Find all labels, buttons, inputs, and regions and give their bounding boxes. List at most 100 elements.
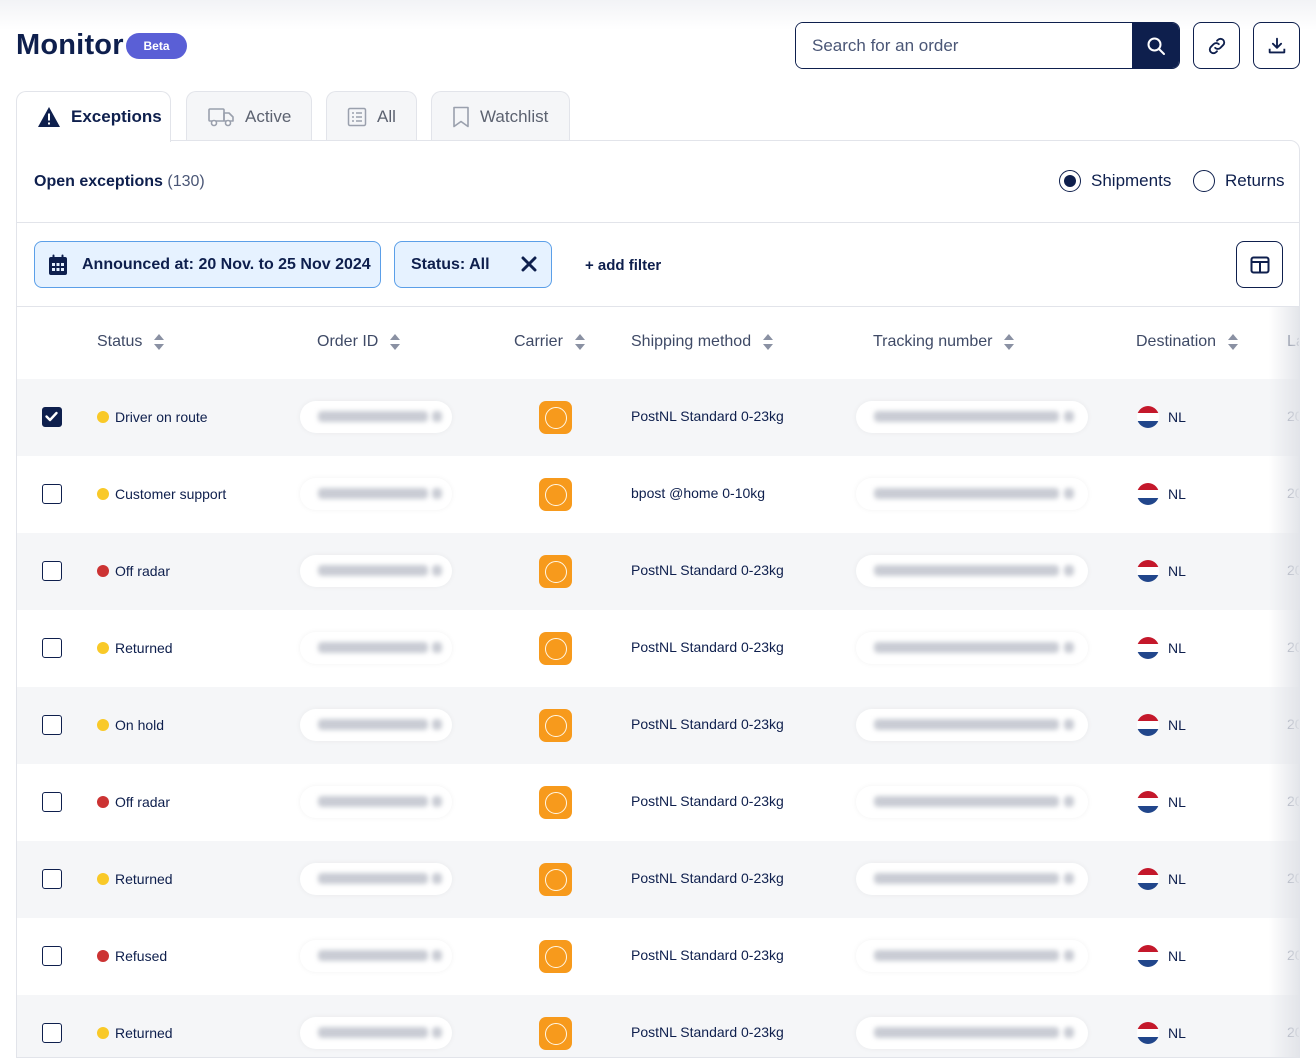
tracking-number-cell[interactable] xyxy=(856,401,1088,433)
copy-icon[interactable] xyxy=(432,796,442,807)
status-cell: Off radar xyxy=(97,563,170,579)
column-carrier[interactable]: Carrier xyxy=(514,333,586,351)
search-button[interactable] xyxy=(1132,23,1179,68)
copy-icon[interactable] xyxy=(1064,950,1074,961)
order-id-cell[interactable] xyxy=(300,1017,452,1049)
row-checkbox[interactable] xyxy=(42,1023,62,1043)
status-filter[interactable]: Status: All xyxy=(394,241,552,288)
copy-icon[interactable] xyxy=(1064,719,1074,730)
order-id-cell[interactable] xyxy=(300,401,452,433)
tracking-number-cell[interactable] xyxy=(856,709,1088,741)
copy-icon[interactable] xyxy=(1064,488,1074,499)
order-id-cell[interactable] xyxy=(300,632,452,664)
add-filter-button[interactable]: + add filter xyxy=(585,257,661,274)
table-row[interactable]: ReturnedPostNL Standard 0-23kgNL20 xyxy=(17,841,1299,918)
order-id-redacted xyxy=(318,719,428,730)
tab-active[interactable]: Active xyxy=(186,91,312,141)
tracking-number-cell[interactable] xyxy=(856,632,1088,664)
copy-icon[interactable] xyxy=(1064,642,1074,653)
table-row[interactable]: On holdPostNL Standard 0-23kgNL20 xyxy=(17,687,1299,764)
copy-icon[interactable] xyxy=(432,488,442,499)
radio-returns[interactable]: Returns xyxy=(1193,170,1285,192)
row-checkbox[interactable] xyxy=(42,407,62,427)
column-order-id[interactable]: Order ID xyxy=(317,333,401,351)
row-checkbox[interactable] xyxy=(42,869,62,889)
truck-icon xyxy=(208,107,234,126)
copy-icon[interactable] xyxy=(1064,565,1074,576)
sort-icon[interactable] xyxy=(390,334,401,350)
row-checkbox[interactable] xyxy=(42,561,62,581)
table-row[interactable]: ReturnedPostNL Standard 0-23kgNL20 xyxy=(17,995,1299,1057)
tracking-number-cell[interactable] xyxy=(856,863,1088,895)
download-button[interactable] xyxy=(1253,22,1300,69)
row-checkbox[interactable] xyxy=(42,715,62,735)
carrier-logo xyxy=(539,940,572,973)
tracking-number-cell[interactable] xyxy=(856,940,1088,972)
radio-shipments-indicator[interactable] xyxy=(1059,170,1081,192)
copy-icon[interactable] xyxy=(432,1027,442,1038)
column-settings-button[interactable] xyxy=(1236,241,1283,288)
sort-icon[interactable] xyxy=(763,334,774,350)
table-row[interactable]: RefusedPostNL Standard 0-23kgNL20 xyxy=(17,918,1299,995)
status-text: Returned xyxy=(115,871,173,887)
nl-flag-icon xyxy=(1137,714,1159,736)
destination-cell: NL xyxy=(1137,560,1186,582)
column-shipping-method[interactable]: Shipping method xyxy=(631,333,774,351)
column-destination[interactable]: Destination xyxy=(1136,333,1239,351)
radio-shipments[interactable]: Shipments xyxy=(1059,170,1171,192)
copy-icon[interactable] xyxy=(432,642,442,653)
table-row[interactable]: Off radarPostNL Standard 0-23kgNL20 xyxy=(17,764,1299,841)
nl-flag-icon xyxy=(1137,868,1159,890)
radio-returns-indicator[interactable] xyxy=(1193,170,1215,192)
order-id-cell[interactable] xyxy=(300,786,452,818)
tracking-number-redacted xyxy=(874,950,1059,961)
sort-icon[interactable] xyxy=(1228,334,1239,350)
row-checkbox[interactable] xyxy=(42,484,62,504)
table-header: Status Order ID Carrier Shipping method … xyxy=(17,307,1299,379)
column-tracking-number[interactable]: Tracking number xyxy=(873,333,1015,351)
row-checkbox[interactable] xyxy=(42,946,62,966)
row-checkbox[interactable] xyxy=(42,638,62,658)
copy-icon[interactable] xyxy=(432,950,442,961)
row-checkbox[interactable] xyxy=(42,792,62,812)
copy-icon[interactable] xyxy=(432,565,442,576)
tab-all[interactable]: All xyxy=(326,91,417,141)
column-status[interactable]: Status xyxy=(97,333,165,351)
copy-icon[interactable] xyxy=(1064,873,1074,884)
copy-icon[interactable] xyxy=(432,873,442,884)
copy-icon[interactable] xyxy=(432,719,442,730)
copy-icon[interactable] xyxy=(1064,796,1074,807)
tab-active-label: Active xyxy=(245,106,292,126)
copy-icon[interactable] xyxy=(1064,1027,1074,1038)
order-id-cell[interactable] xyxy=(300,555,452,587)
copy-icon[interactable] xyxy=(432,411,442,422)
order-id-cell[interactable] xyxy=(300,709,452,741)
open-exceptions-count: (130) xyxy=(167,173,205,190)
announced-date-filter[interactable]: Announced at: 20 Nov. to 25 Nov 2024 xyxy=(34,241,381,288)
exceptions-panel: Open exceptions (130) Shipments Returns xyxy=(16,140,1300,1058)
destination-cell: NL xyxy=(1137,714,1186,736)
table-row[interactable]: Off radarPostNL Standard 0-23kgNL20 xyxy=(17,533,1299,610)
tracking-number-cell[interactable] xyxy=(856,555,1088,587)
table-row[interactable]: Customer supportbpost @home 0-10kgNL20 xyxy=(17,456,1299,533)
copy-icon[interactable] xyxy=(1064,411,1074,422)
tracking-number-cell[interactable] xyxy=(856,1017,1088,1049)
column-carrier-label: Carrier xyxy=(514,333,563,350)
order-id-cell[interactable] xyxy=(300,940,452,972)
order-id-cell[interactable] xyxy=(300,863,452,895)
tab-exceptions[interactable]: Exceptions xyxy=(16,91,171,142)
table-row[interactable]: ReturnedPostNL Standard 0-23kgNL20 xyxy=(17,610,1299,687)
tracking-number-cell[interactable] xyxy=(856,478,1088,510)
table-row[interactable]: Driver on routePostNL Standard 0-23kgNL2… xyxy=(17,379,1299,456)
search-input[interactable] xyxy=(796,23,1132,68)
sort-icon[interactable] xyxy=(1004,334,1015,350)
close-icon[interactable] xyxy=(521,256,537,272)
tracking-number-cell[interactable] xyxy=(856,786,1088,818)
sort-icon[interactable] xyxy=(154,334,165,350)
tab-watchlist[interactable]: Watchlist xyxy=(431,91,570,141)
page-title: Monitor xyxy=(16,29,124,61)
tracking-number-redacted xyxy=(874,565,1059,576)
sort-icon[interactable] xyxy=(574,334,586,350)
copy-link-button[interactable] xyxy=(1193,22,1240,69)
order-id-cell[interactable] xyxy=(300,478,452,510)
